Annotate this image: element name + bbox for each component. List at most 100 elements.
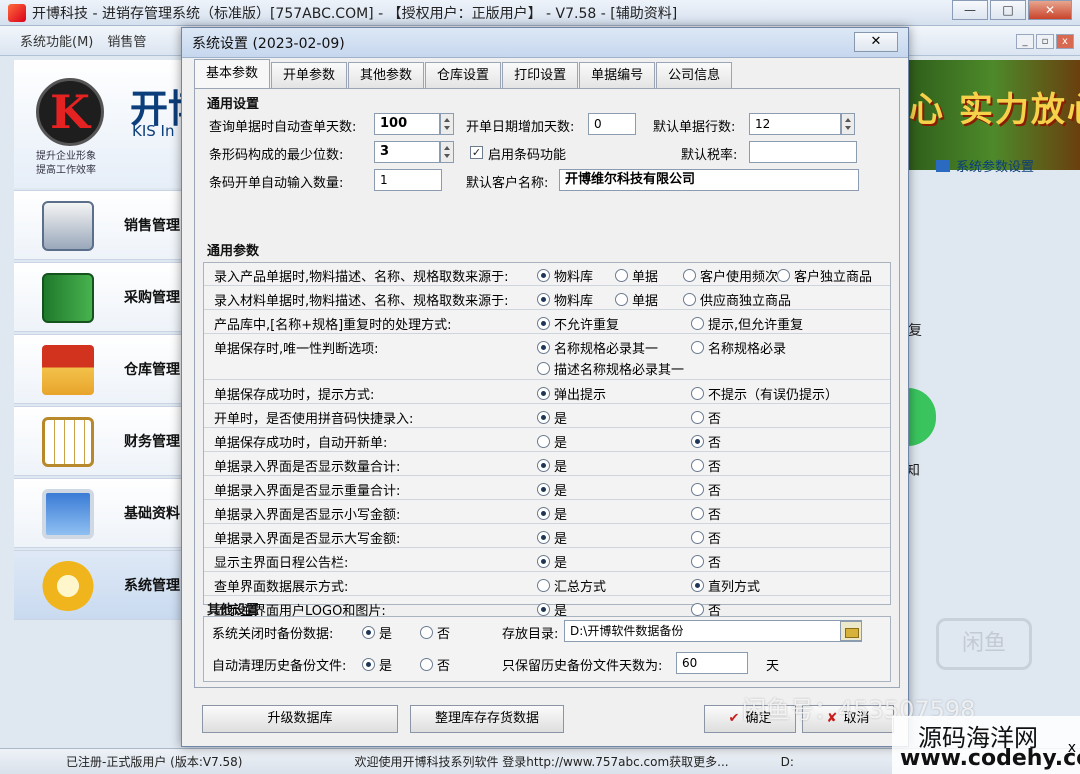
param-option[interactable]: 不允许重复 xyxy=(537,314,619,333)
param-option[interactable]: 客户独立商品 xyxy=(777,266,872,285)
enable-barcode-checkbox[interactable]: ✓ xyxy=(470,146,483,159)
chat-icon[interactable] xyxy=(906,388,936,446)
mdi-close-button[interactable]: x xyxy=(1056,34,1074,49)
barcode-min-field[interactable]: 3 xyxy=(374,141,440,163)
tab-warehouse[interactable]: 仓库设置 xyxy=(425,62,502,88)
radio-icon xyxy=(691,531,704,544)
param-option[interactable]: 供应商独立商品 xyxy=(683,290,791,309)
tidy-inventory-button[interactable]: 整理库存存货数据 xyxy=(410,705,564,733)
default-rows-stepper[interactable] xyxy=(841,113,855,135)
barcode-min-stepper[interactable] xyxy=(440,141,454,163)
param-option[interactable]: 单据 xyxy=(615,266,658,285)
param-option[interactable]: 是 xyxy=(537,552,567,571)
minimize-button[interactable]: — xyxy=(952,0,988,20)
tab-basic-params[interactable]: 基本参数 xyxy=(194,59,271,88)
nav-purchase[interactable]: 采购管理 xyxy=(14,262,190,332)
radio-icon xyxy=(537,341,550,354)
auto-clean-no[interactable]: 否 xyxy=(420,655,450,674)
param-row: 单据录入界面是否显示数量合计: 是 否 xyxy=(204,453,890,476)
maximize-button[interactable]: □ xyxy=(990,0,1026,20)
default-customer-field[interactable]: 开博维尔科技有限公司 xyxy=(559,169,859,191)
barcode-auto-qty-label: 条码开单自动输入数量: xyxy=(209,176,344,191)
param-option[interactable]: 是 xyxy=(537,456,567,475)
param-option[interactable]: 不提示（有误仍提示） xyxy=(691,384,838,403)
open-date-add-field[interactable]: 0 xyxy=(588,113,636,135)
nav-warehouse[interactable]: 仓库管理 xyxy=(14,334,190,404)
tab-order-params[interactable]: 开单参数 xyxy=(271,62,348,88)
param-option[interactable]: 否 xyxy=(691,456,721,475)
default-rows-field[interactable]: 12 xyxy=(749,113,841,135)
tab-print[interactable]: 打印设置 xyxy=(502,62,579,88)
backup-dir-field[interactable]: D:\开博软件数据备份 xyxy=(564,620,862,642)
param-option[interactable]: 名称规格必录 xyxy=(691,338,786,357)
param-option[interactable]: 否 xyxy=(691,552,721,571)
option-label: 是 xyxy=(554,484,568,499)
param-option[interactable]: 否 xyxy=(691,504,721,523)
keep-days-field[interactable]: 60 xyxy=(676,652,748,674)
system-param-label: 系统参数设置 xyxy=(956,160,1035,175)
param-option[interactable]: 否 xyxy=(691,480,721,499)
calendar-icon xyxy=(42,417,94,467)
param-option[interactable]: 是 xyxy=(537,480,567,499)
backup-on-close-yes[interactable]: 是 xyxy=(362,623,392,642)
site-watermark-url: www.codehy.com xyxy=(900,746,1080,771)
param-option[interactable]: 弹出提示 xyxy=(537,384,606,403)
nav-finance[interactable]: 财务管理 xyxy=(14,406,190,476)
param-option[interactable]: 否 xyxy=(691,408,721,427)
param-option[interactable]: 否 xyxy=(691,528,721,547)
dialog-close-button[interactable]: ✕ xyxy=(854,32,898,52)
tab-doc-numbering[interactable]: 单据编号 xyxy=(579,62,656,88)
param-option[interactable]: 直列方式 xyxy=(691,576,760,595)
param-option[interactable]: 客户使用频次 xyxy=(683,266,778,285)
param-option[interactable]: 提示,但允许重复 xyxy=(691,314,803,333)
param-option[interactable]: 名称规格必录其一 xyxy=(537,338,658,357)
dialog-title: 系统设置 (2023-02-09) xyxy=(182,28,908,58)
gear-icon xyxy=(42,561,94,611)
backup-on-close-no[interactable]: 否 xyxy=(420,623,450,642)
option-label: 是 xyxy=(554,508,568,523)
watermark-close-icon[interactable]: x xyxy=(1068,740,1076,756)
radio-icon xyxy=(537,435,550,448)
nav-sales[interactable]: 销售管理 xyxy=(14,190,190,260)
mdi-minimize-button[interactable]: _ xyxy=(1016,34,1034,49)
option-label: 不允许重复 xyxy=(554,318,620,333)
mdi-restore-button[interactable]: ▫ xyxy=(1036,34,1054,49)
param-row: 单据保存成功时，提示方式: 弹出提示 不提示（有误仍提示） xyxy=(204,381,890,404)
query-days-stepper[interactable] xyxy=(440,113,454,135)
close-button[interactable]: ✕ xyxy=(1028,0,1072,20)
radio-icon xyxy=(777,269,790,282)
param-option[interactable]: 是 xyxy=(537,528,567,547)
radio-icon xyxy=(420,626,433,639)
param-option[interactable]: 是 xyxy=(537,432,567,451)
param-option[interactable]: 物料库 xyxy=(537,266,593,285)
param-option[interactable]: 单据 xyxy=(615,290,658,309)
param-option[interactable]: 否 xyxy=(691,432,721,451)
settings-tabs: 基本参数 开单参数 其他参数 仓库设置 打印设置 单据编号 公司信息 xyxy=(194,59,733,88)
general-settings-heading: 通用设置 xyxy=(207,97,260,112)
system-param-link[interactable]: 系统参数设置 xyxy=(936,156,1034,175)
monitor-icon xyxy=(42,489,94,539)
param-option[interactable]: 是 xyxy=(537,408,567,427)
barcode-auto-qty-field[interactable]: 1 xyxy=(374,169,442,191)
upgrade-db-button[interactable]: 升级数据库 xyxy=(202,705,398,733)
option-label: 否 xyxy=(708,556,722,571)
query-days-field[interactable]: 100 xyxy=(374,113,440,135)
param-option[interactable]: 是 xyxy=(537,504,567,523)
param-option[interactable]: 物料库 xyxy=(537,290,593,309)
option-label: 是 xyxy=(554,412,568,427)
folder-icon[interactable] xyxy=(840,621,862,641)
auto-clean-yes[interactable]: 是 xyxy=(362,655,392,674)
menu-sales[interactable]: 销售管 xyxy=(107,31,146,50)
param-option[interactable]: 汇总方式 xyxy=(537,576,606,595)
tab-other-params[interactable]: 其他参数 xyxy=(348,62,425,88)
param-option[interactable]: 描述名称规格必录其一 xyxy=(537,359,684,378)
menu-system[interactable]: 系统功能(M) xyxy=(20,31,93,50)
nav-system[interactable]: 系统管理 xyxy=(14,550,190,620)
radio-icon xyxy=(691,435,704,448)
tab-company-info[interactable]: 公司信息 xyxy=(656,62,733,88)
nav-label: 财务管理 xyxy=(124,434,180,450)
nav-basic-data[interactable]: 基础资料 xyxy=(14,478,190,548)
default-tax-field[interactable] xyxy=(749,141,857,163)
option-label: 描述名称规格必录其一 xyxy=(554,363,685,378)
radio-icon xyxy=(537,269,550,282)
